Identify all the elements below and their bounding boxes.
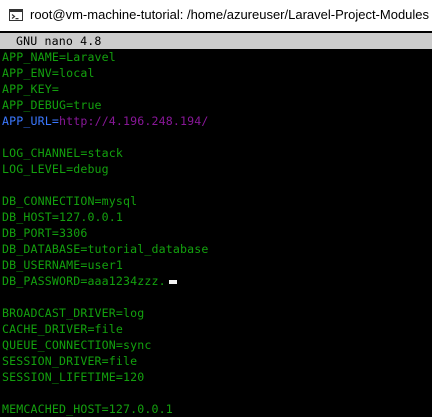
editor-line[interactable]: SESSION_DRIVER=file [0,353,432,369]
line-app-debug: APP_DEBUG=true [2,98,102,112]
editor-line[interactable]: DB_DATABASE=tutorial_database [0,241,432,257]
editor-line[interactable]: APP_NAME=Laravel [0,49,432,65]
editor-line[interactable]: DB_PASSWORD=aaa1234zzz. [0,273,432,289]
editor-line[interactable]: DB_HOST=127.0.0.1 [0,209,432,225]
line-db-connection: DB_CONNECTION=mysql [2,194,138,208]
nano-version-label: GNU nano 4.8 [16,34,102,48]
line-app-url-key: APP_URL= [2,114,59,128]
editor-line[interactable]: CACHE_DRIVER=file [0,321,432,337]
editor-line[interactable]: DB_CONNECTION=mysql [0,193,432,209]
line-db-username: DB_USERNAME=user1 [2,258,124,272]
line-app-name: APP_NAME=Laravel [2,50,116,64]
terminal-area[interactable]: GNU nano 4.8 APP_NAME=Laravel APP_ENV=lo… [0,31,432,417]
editor-line[interactable]: BROADCAST_DRIVER=log [0,305,432,321]
window-title: root@vm-machine-tutorial: /home/azureuse… [30,7,430,22]
editor-line[interactable]: LOG_LEVEL=debug [0,161,432,177]
line-db-host: DB_HOST=127.0.0.1 [2,210,124,224]
editor-line[interactable]: APP_DEBUG=true [0,97,432,113]
line-memcached-host: MEMCACHED_HOST=127.0.0.1 [2,402,173,416]
line-log-level: LOG_LEVEL=debug [2,162,109,176]
line-db-password: DB_PASSWORD=aaa1234zzz. [2,274,166,288]
terminal-window: root@vm-machine-tutorial: /home/azureuse… [0,0,432,417]
editor-line[interactable]: MEMCACHED_HOST=127.0.0.1 [0,401,432,417]
line-cache-driver: CACHE_DRIVER=file [2,322,124,336]
editor-line[interactable]: DB_USERNAME=user1 [0,257,432,273]
editor-line[interactable]: DB_PORT=3306 [0,225,432,241]
line-session-driver: SESSION_DRIVER=file [2,354,138,368]
editor-line[interactable]: APP_URL=http://4.196.248.194/ [0,113,432,129]
line-app-key: APP_KEY= [2,82,59,96]
line-log-channel: LOG_CHANNEL=stack [2,146,124,160]
editor-line[interactable]: APP_ENV=local [0,65,432,81]
line-app-env: APP_ENV=local [2,66,95,80]
text-cursor [168,280,177,284]
editor-line[interactable]: APP_KEY= [0,81,432,97]
line-broadcast-driver: BROADCAST_DRIVER=log [2,306,145,320]
line-queue-connection: QUEUE_CONNECTION=sync [2,338,152,352]
title-bar[interactable]: root@vm-machine-tutorial: /home/azureuse… [0,0,432,31]
line-app-url-value: http://4.196.248.194/ [58,114,209,128]
console-window-icon [9,9,23,21]
line-db-port: DB_PORT=3306 [2,226,88,240]
editor-line[interactable]: LOG_CHANNEL=stack [0,145,432,161]
line-session-lifetime: SESSION_LIFETIME=120 [2,370,145,384]
editor-line[interactable]: SESSION_LIFETIME=120 [0,369,432,385]
editor-line[interactable]: QUEUE_CONNECTION=sync [0,337,432,353]
line-db-database: DB_DATABASE=tutorial_database [2,242,209,256]
nano-header-bar: GNU nano 4.8 [0,33,432,49]
